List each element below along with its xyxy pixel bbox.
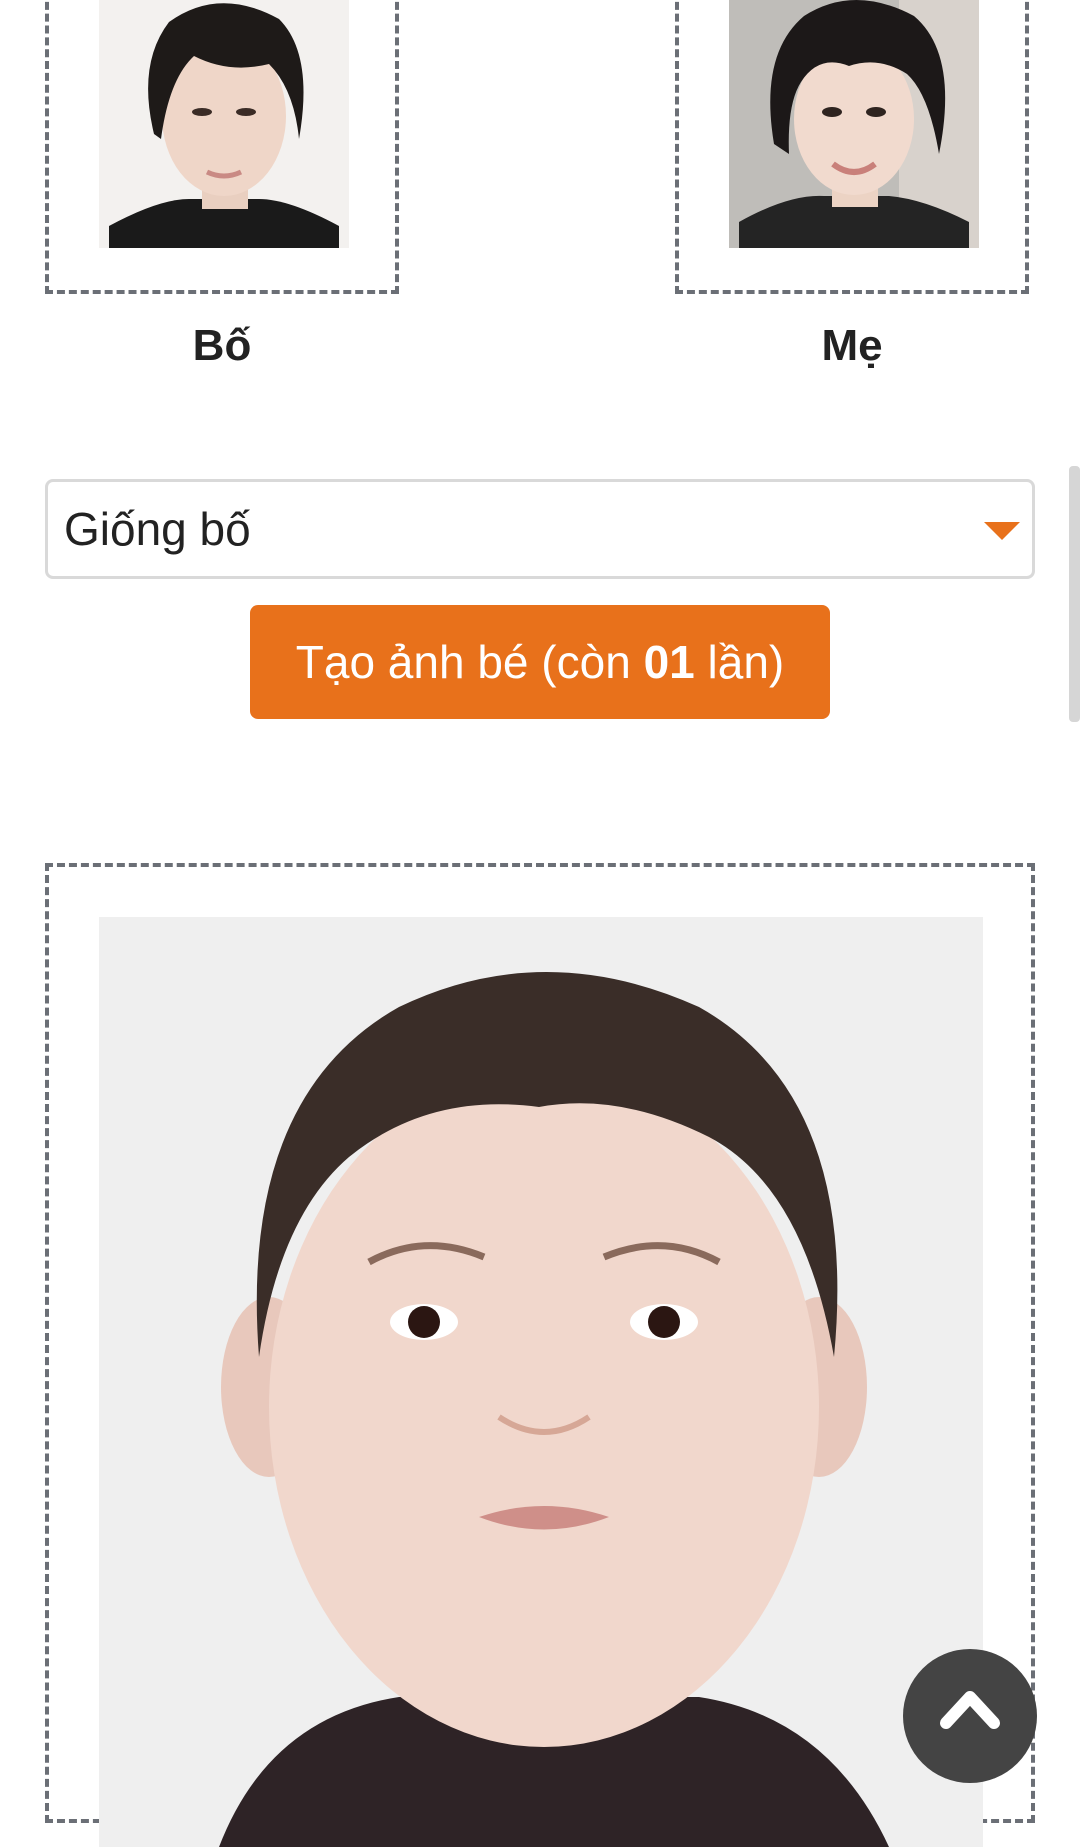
baby-photo bbox=[99, 917, 983, 1847]
generate-button-prefix: Tạo ảnh bé (còn bbox=[295, 636, 644, 688]
generate-button-count: 01 bbox=[643, 636, 695, 688]
result-photo-frame bbox=[45, 863, 1035, 1847]
generate-baby-photo-button[interactable]: Tạo ảnh bé (còn 01 lần) bbox=[250, 605, 830, 719]
father-photo-frame[interactable] bbox=[45, 0, 399, 294]
back-to-top-button[interactable] bbox=[903, 1649, 1037, 1783]
resemblance-select[interactable]: Giống bố bbox=[45, 479, 1035, 579]
chevron-up-icon bbox=[940, 1691, 1000, 1729]
mother-photo-frame[interactable] bbox=[675, 0, 1029, 294]
father-photo bbox=[99, 0, 349, 248]
page-scrollbar-thumb[interactable] bbox=[1069, 466, 1080, 722]
mother-label: Mẹ bbox=[821, 321, 883, 370]
generate-button-suffix: lần) bbox=[694, 636, 785, 688]
caret-down-icon bbox=[984, 522, 1020, 540]
mother-photo bbox=[729, 0, 979, 248]
father-label: Bố bbox=[192, 321, 252, 370]
resemblance-select-value: Giống bố bbox=[64, 503, 251, 555]
